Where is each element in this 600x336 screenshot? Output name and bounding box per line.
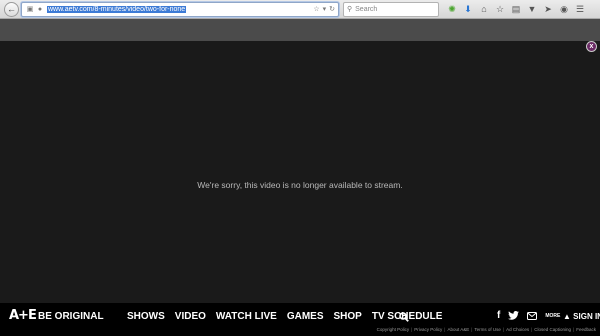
divider: | (471, 327, 473, 332)
chat-icon[interactable]: ◉ (559, 3, 569, 15)
address-bar[interactable]: ▣ ● www.aetv.com/8-minutes/video/two-for… (21, 1, 339, 17)
unavailable-message: We're sorry, this video is no longer ava… (197, 180, 403, 190)
divider: | (502, 327, 505, 332)
footer-link[interactable]: Ad Choices (506, 327, 529, 332)
nav-links: SHOWS VIDEO WATCH LIVE GAMES SHOP TV SCH… (127, 311, 442, 322)
ae-logo[interactable]: A+E (9, 309, 37, 323)
nav-link-shop[interactable]: SHOP (334, 311, 362, 322)
home-icon[interactable]: ⌂ (479, 3, 489, 15)
footer-link[interactable]: Feedback (576, 327, 596, 332)
footer-link[interactable]: About A&E (447, 327, 469, 332)
footer-link[interactable]: Terms of Use (474, 327, 501, 332)
page-icon: ▣ (26, 6, 34, 13)
email-icon[interactable] (527, 311, 538, 320)
extension-icon[interactable]: ✺ (447, 3, 457, 15)
nav-link-video[interactable]: VIDEO (175, 311, 206, 322)
nav-link-games[interactable]: GAMES (287, 311, 324, 322)
footer-link[interactable]: Copyright Policy (377, 327, 410, 332)
divider: | (411, 327, 413, 332)
dropdown-icon[interactable]: ▾ (323, 5, 327, 13)
divider: | (531, 327, 533, 332)
clipboard-icon[interactable]: ▤ (511, 3, 521, 15)
search-bar[interactable]: ⚲ Search (343, 1, 439, 17)
menu-icon[interactable]: ☰ (575, 3, 585, 15)
close-button[interactable]: x (586, 41, 597, 52)
bookmarks-icon[interactable]: ☆ (495, 3, 505, 15)
globe-icon: ● (37, 5, 43, 13)
bottom-navigation: A+E BE ORIGINAL SHOWS VIDEO WATCH LIVE G… (0, 303, 600, 336)
send-icon[interactable]: ➤ (543, 3, 553, 15)
browser-toolbar: ← ▣ ● www.aetv.com/8-minutes/video/two-f… (0, 0, 600, 19)
search-placeholder: Search (355, 5, 378, 13)
divider: | (444, 327, 446, 332)
social-links: f MORE (497, 310, 560, 321)
download-icon[interactable]: ⬇ (463, 3, 473, 15)
user-icon: ▲ (563, 312, 571, 321)
url-text[interactable]: www.aetv.com/8-minutes/video/two-for-non… (47, 5, 187, 13)
nav-link-watch-live[interactable]: WATCH LIVE (216, 311, 277, 322)
reload-icon[interactable]: ↻ (329, 5, 335, 13)
sign-in-button[interactable]: ▲ SIGN IN (563, 312, 600, 321)
sign-in-label: SIGN IN (573, 312, 600, 321)
bookmark-star-icon[interactable]: ☆ (313, 5, 319, 13)
nav-link-shows[interactable]: SHOWS (127, 311, 165, 322)
twitter-icon[interactable] (508, 311, 520, 320)
facebook-icon[interactable]: f (497, 310, 500, 321)
tagline: BE ORIGINAL (38, 311, 104, 322)
footer-link[interactable]: Closed Captioning (534, 327, 571, 332)
pocket-icon[interactable]: ▼ (527, 3, 537, 15)
search-icon[interactable] (399, 312, 409, 322)
video-player: x We're sorry, this video is no longer a… (0, 41, 600, 303)
footer-link[interactable]: Privacy Policy (414, 327, 442, 332)
back-button[interactable]: ← (4, 1, 19, 17)
site-header-bar (0, 19, 600, 41)
divider: | (573, 327, 575, 332)
close-icon: x (589, 43, 594, 50)
search-icon: ⚲ (347, 6, 353, 13)
more-link[interactable]: MORE (545, 313, 560, 319)
footer-links: Copyright Policy | Privacy Policy | About A&… (377, 327, 596, 332)
back-arrow-icon: ← (7, 3, 16, 14)
